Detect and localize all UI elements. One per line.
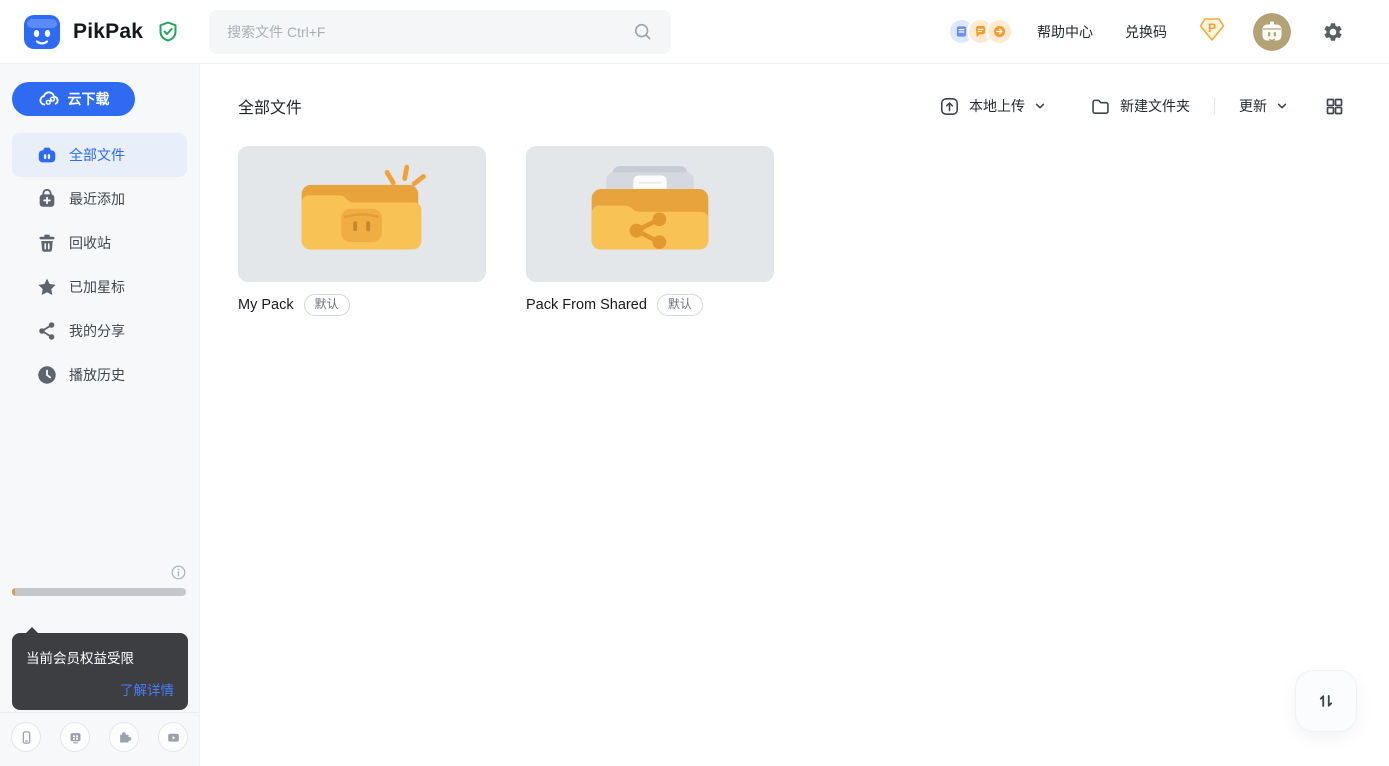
new-folder-label: 新建文件夹 (1120, 96, 1190, 116)
redeem-code-link[interactable]: 兑换码 (1125, 22, 1167, 42)
robot-folder-icon (293, 164, 431, 264)
app-shortcuts (0, 722, 199, 752)
browser-extension-icon[interactable] (109, 722, 139, 752)
sort-order-button[interactable] (1295, 670, 1357, 732)
premium-letter: P (1199, 21, 1225, 35)
history-icon (36, 364, 58, 386)
mobile-app-icon[interactable] (11, 722, 41, 752)
folder-thumbnail[interactable] (238, 146, 486, 282)
search-icon[interactable] (633, 22, 653, 42)
sidebar-item-label: 我的分享 (69, 321, 125, 341)
tooltip-title: 当前会员权益受限 (26, 647, 174, 667)
share-icon (36, 320, 58, 342)
sidebar-item-label: 全部文件 (69, 145, 125, 165)
search-bar[interactable] (209, 10, 671, 54)
local-upload-button[interactable]: 本地上传 (939, 96, 1046, 117)
update-sort-button[interactable]: 更新 (1239, 96, 1288, 116)
sidebar-item-my-shares[interactable]: 我的分享 (12, 309, 187, 353)
folder-card-pack-from-shared: Pack From Shared 默认 (526, 146, 774, 316)
content-header: 全部文件 本地上传 新建文件夹 更新 (238, 94, 1345, 118)
folder-icon (1090, 96, 1111, 117)
header-right-cluster: 帮助中心 兑换码 P (948, 13, 1344, 51)
tooltip-learn-more-link[interactable]: 了解详情 (26, 679, 174, 699)
sidebar-item-label: 最近添加 (69, 189, 125, 209)
sort-arrows-icon (1315, 690, 1337, 712)
premium-gem-icon[interactable]: P (1199, 17, 1225, 47)
sidebar-item-play-history[interactable]: 播放历史 (12, 353, 187, 397)
folder-thumbnail[interactable] (526, 146, 774, 282)
page-title: 全部文件 (238, 94, 302, 118)
invite-badge-icon[interactable] (986, 18, 1013, 45)
notification-badges (948, 18, 1013, 45)
cloud-download-button[interactable]: 云下载 (12, 82, 135, 116)
pikpak-logo-icon (22, 12, 62, 52)
toolbar: 本地上传 新建文件夹 更新 (939, 96, 1345, 117)
sidebar-item-label: 已加星标 (69, 277, 125, 297)
sidebar-item-starred[interactable]: 已加星标 (12, 265, 187, 309)
storage-progress-bar (12, 588, 186, 596)
cloud-download-label: 云下载 (68, 89, 110, 109)
search-input[interactable] (227, 24, 633, 40)
all-files-icon (36, 144, 58, 166)
recent-added-icon (36, 188, 58, 210)
settings-gear-icon[interactable] (1322, 21, 1344, 43)
storage-progress-fill (12, 588, 15, 596)
update-label: 更新 (1239, 96, 1267, 116)
folder-name[interactable]: My Pack (238, 297, 294, 313)
toolbar-divider (1214, 98, 1215, 114)
sidebar-divider (0, 712, 199, 713)
upload-icon (939, 96, 960, 117)
sidebar-item-label: 回收站 (69, 233, 111, 253)
folder-name[interactable]: Pack From Shared (526, 297, 647, 313)
shared-folder-icon (581, 164, 719, 264)
folder-card-my-pack: My Pack 默认 (238, 146, 486, 316)
help-center-link[interactable]: 帮助中心 (1037, 22, 1093, 42)
new-folder-button[interactable]: 新建文件夹 (1090, 96, 1190, 117)
membership-tooltip: 当前会员权益受限 了解详情 (12, 633, 188, 710)
chevron-down-icon (1276, 100, 1288, 112)
sidebar-item-recent-added[interactable]: 最近添加 (12, 177, 187, 221)
folder-label-row: Pack From Shared 默认 (526, 294, 774, 316)
grid-view-icon[interactable] (1324, 96, 1345, 117)
folder-grid: My Pack 默认 (238, 146, 774, 316)
cloud-link-icon (38, 90, 60, 109)
star-icon (36, 276, 58, 298)
sidebar-item-label: 播放历史 (69, 365, 125, 385)
default-badge: 默认 (657, 294, 703, 316)
chevron-down-icon (1034, 100, 1046, 112)
sidebar-item-all-files[interactable]: 全部文件 (12, 133, 187, 177)
storage-info-icon[interactable] (171, 565, 186, 580)
local-upload-label: 本地上传 (969, 96, 1025, 116)
top-header: PikPak 帮助中心 兑换码 (0, 0, 1389, 64)
main-content: 全部文件 本地上传 新建文件夹 更新 (200, 64, 1389, 766)
video-channel-icon[interactable] (158, 722, 188, 752)
avatar[interactable] (1253, 13, 1291, 51)
folder-label-row: My Pack 默认 (238, 294, 486, 316)
brand-name: PikPak (73, 20, 143, 44)
sidebar-menu: 全部文件 最近添加 回收站 (12, 133, 187, 397)
default-badge: 默认 (304, 294, 350, 316)
sidebar-item-recycle-bin[interactable]: 回收站 (12, 221, 187, 265)
brand-area[interactable]: PikPak (22, 12, 179, 52)
security-shield-icon (157, 20, 179, 44)
sidebar: 云下载 全部文件 最近添加 (0, 64, 200, 766)
tv-app-icon[interactable] (60, 722, 90, 752)
trash-icon (36, 232, 58, 254)
